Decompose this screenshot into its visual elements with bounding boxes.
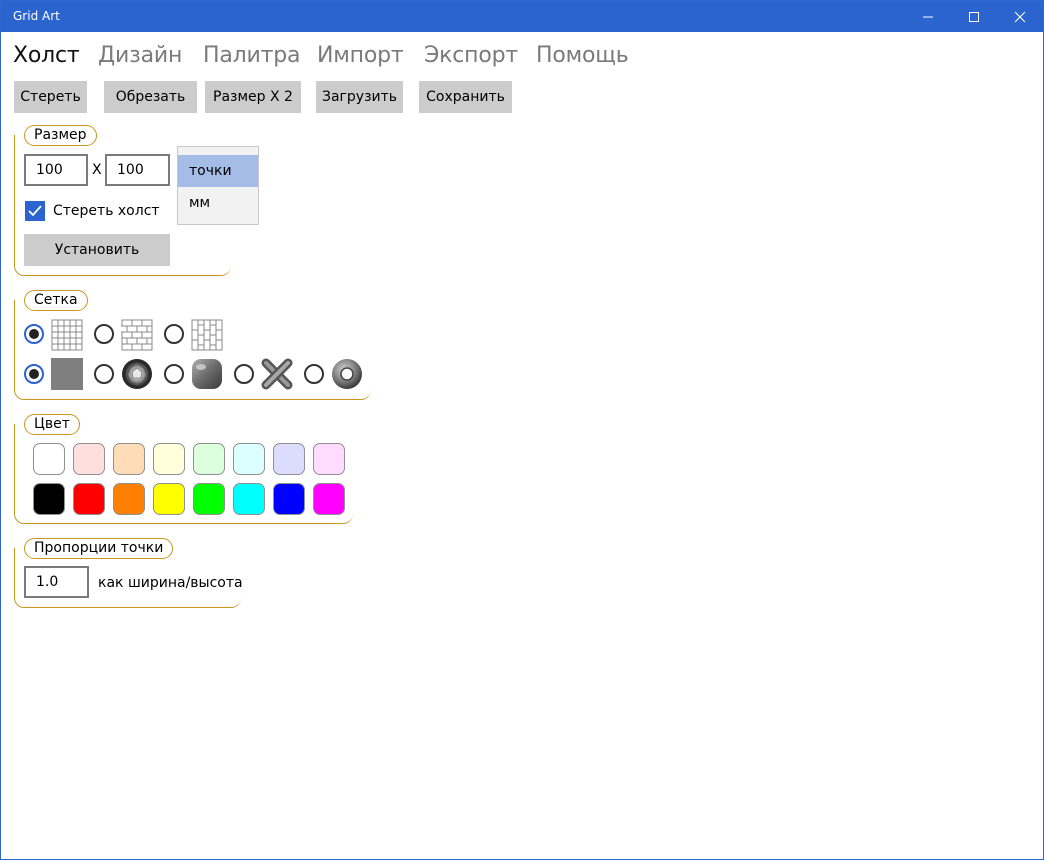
grid-layout-brick-horizontal-radio[interactable] xyxy=(94,324,114,344)
apply-size-button[interactable]: Установить xyxy=(24,234,170,266)
color-swatch-light-2[interactable] xyxy=(113,443,145,475)
color-swatch-light-5[interactable] xyxy=(233,443,265,475)
close-button[interactable] xyxy=(997,1,1043,32)
color-group: Цвет xyxy=(14,414,353,524)
grid-layout-brick-vertical-radio[interactable] xyxy=(164,324,184,344)
tile-shape-rhinestone-radio[interactable] xyxy=(94,364,114,384)
color-group-legend: Цвет xyxy=(24,414,80,435)
tab-export[interactable]: Экспорт xyxy=(424,43,518,68)
erase-button[interactable]: Стереть xyxy=(14,81,87,113)
color-swatch-bright-2[interactable] xyxy=(113,483,145,515)
color-swatch-light-3[interactable] xyxy=(153,443,185,475)
color-swatch-light-4[interactable] xyxy=(193,443,225,475)
dot-ratio-group: Пропорции точки 1.0 как ширина/высота xyxy=(14,538,243,608)
size-group: Размер 100 X 100 точки мм Стереть холст … xyxy=(14,125,259,276)
crop-button[interactable]: Обрезать xyxy=(104,81,197,113)
title-bar[interactable]: Grid Art xyxy=(1,1,1043,32)
flat-square-tile-icon xyxy=(51,358,83,390)
units-list[interactable]: точки мм xyxy=(177,146,259,225)
tab-help[interactable]: Помощь xyxy=(536,43,629,68)
clear-canvas-checkbox[interactable] xyxy=(25,201,45,221)
color-swatch-bright-6[interactable] xyxy=(273,483,305,515)
maximize-icon xyxy=(969,11,979,22)
dot-ratio-caption: как ширина/высота xyxy=(98,575,243,591)
color-swatch-light-6[interactable] xyxy=(273,443,305,475)
color-swatch-bright-0[interactable] xyxy=(33,483,65,515)
color-swatch-bright-5[interactable] xyxy=(233,483,265,515)
size-separator: X xyxy=(92,162,102,178)
dot-ratio-group-legend: Пропорции точки xyxy=(24,538,174,559)
cross-stitch-icon xyxy=(261,358,293,390)
square-grid-icon xyxy=(51,319,83,351)
color-swatch-light-0[interactable] xyxy=(33,443,65,475)
minimize-icon xyxy=(923,16,933,17)
height-input[interactable]: 100 xyxy=(105,154,170,186)
ring-bead-icon xyxy=(332,359,362,389)
minimize-button[interactable] xyxy=(905,1,951,32)
tile-shape-ring-radio[interactable] xyxy=(304,364,324,384)
tile-shape-flat-radio[interactable] xyxy=(24,364,44,384)
grid-group: Сетка xyxy=(14,290,371,400)
unit-option-mm[interactable]: мм xyxy=(178,187,258,219)
size-x2-button[interactable]: Размер X 2 xyxy=(205,81,301,113)
maximize-button[interactable] xyxy=(951,1,997,32)
rounded-tile-icon xyxy=(192,359,222,389)
tile-shape-cross-stitch-radio[interactable] xyxy=(234,364,254,384)
brick-horizontal-grid-icon xyxy=(121,319,153,351)
close-icon xyxy=(1014,11,1026,22)
save-button[interactable]: Сохранить xyxy=(419,81,512,113)
color-swatch-light-1[interactable] xyxy=(73,443,105,475)
grid-layout-square-radio[interactable] xyxy=(24,324,44,344)
tab-canvas[interactable]: Холст xyxy=(13,43,80,68)
tab-palette[interactable]: Палитра xyxy=(203,43,300,68)
dot-ratio-input[interactable]: 1.0 xyxy=(24,566,89,598)
load-button[interactable]: Загрузить xyxy=(316,81,403,113)
width-input[interactable]: 100 xyxy=(24,154,88,186)
grid-group-legend: Сетка xyxy=(24,290,88,311)
clear-canvas-label[interactable]: Стереть холст xyxy=(53,203,160,219)
tab-import[interactable]: Импорт xyxy=(317,43,404,68)
size-group-legend: Размер xyxy=(24,125,97,146)
color-swatch-bright-4[interactable] xyxy=(193,483,225,515)
brick-vertical-grid-icon xyxy=(191,319,223,351)
color-swatch-bright-1[interactable] xyxy=(73,483,105,515)
checkmark-icon xyxy=(28,205,42,217)
color-swatch-bright-7[interactable] xyxy=(313,483,345,515)
unit-option-points[interactable]: точки xyxy=(178,155,258,187)
app-window: Grid Art Холст Дизайн Палитра Импорт Экс… xyxy=(0,0,1044,860)
color-swatch-light-7[interactable] xyxy=(313,443,345,475)
tab-design[interactable]: Дизайн xyxy=(98,43,182,68)
rhinestone-icon xyxy=(122,359,152,389)
tile-shape-rounded-radio[interactable] xyxy=(164,364,184,384)
window-title: Grid Art xyxy=(13,9,60,23)
color-swatch-bright-3[interactable] xyxy=(153,483,185,515)
